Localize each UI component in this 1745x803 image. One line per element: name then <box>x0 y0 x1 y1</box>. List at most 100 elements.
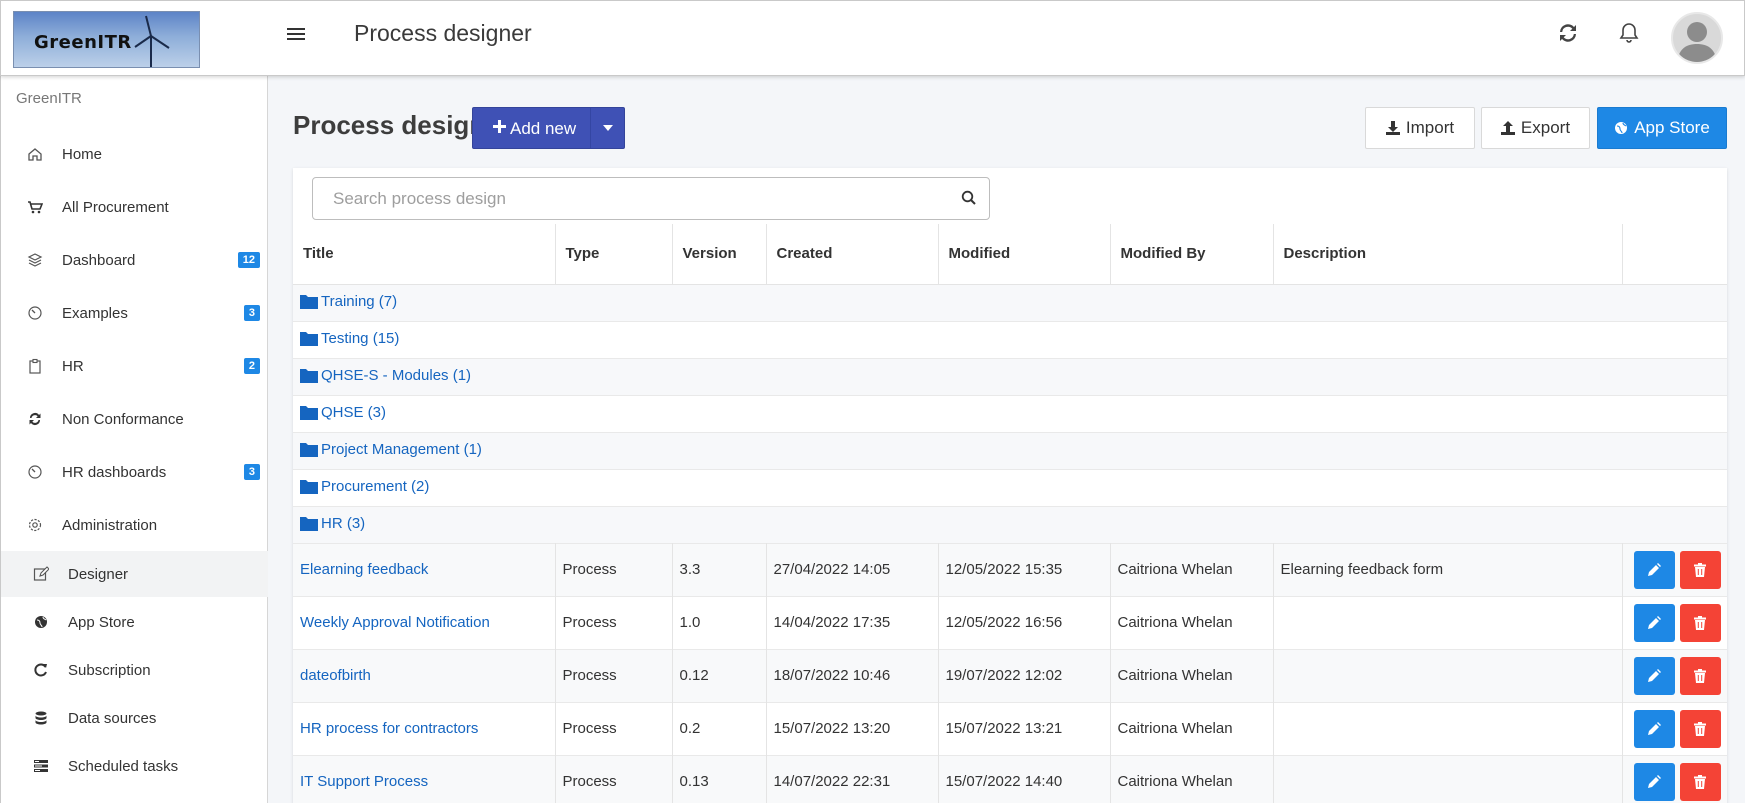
sidebar-item-examples[interactable]: Examples 3 <box>1 293 268 333</box>
app-store-button[interactable]: App Store <box>1597 107 1727 149</box>
column-header-description[interactable]: Description <box>1273 224 1623 285</box>
process-modified-by: Caitriona Whelan <box>1110 542 1274 596</box>
caret-down-icon[interactable] <box>603 125 613 131</box>
table-row: dateofbirth Process 0.12 18/07/2022 10:4… <box>293 648 1727 702</box>
sidebar-subitem-scheduled-tasks[interactable]: Scheduled tasks <box>1 743 268 789</box>
folder-row: Project Management (1) <box>293 431 1727 469</box>
sidebar-item-administration[interactable]: Administration <box>1 505 268 545</box>
table-row: HR process for contractors Process 0.2 1… <box>293 701 1727 755</box>
delete-button[interactable] <box>1679 656 1721 695</box>
folder-link[interactable]: Project Management (1) <box>300 441 482 458</box>
folder-link[interactable]: Testing (15) <box>300 330 399 347</box>
folder-row: Procurement (2) <box>293 468 1727 506</box>
folder-label: QHSE (3) <box>321 403 387 421</box>
pencil-icon <box>1647 669 1661 682</box>
menu-icon[interactable] <box>287 25 305 43</box>
folder-label: Procurement (2) <box>321 477 430 495</box>
column-header-version[interactable]: Version <box>672 224 767 285</box>
edit-button[interactable] <box>1633 550 1675 589</box>
edit-button[interactable] <box>1633 762 1675 801</box>
folder-link[interactable]: QHSE (3) <box>300 404 386 421</box>
search-icon[interactable] <box>961 190 977 209</box>
import-button[interactable]: Import <box>1365 107 1475 149</box>
folder-label: Project Management (1) <box>321 440 482 458</box>
greenitr-logo[interactable]: GreenITR <box>13 11 200 68</box>
row-actions <box>1622 542 1727 596</box>
search-input[interactable] <box>314 179 934 218</box>
process-version: 3.3 <box>672 542 767 596</box>
process-description <box>1273 595 1623 649</box>
database-icon <box>33 710 49 726</box>
process-modified-by: Caitriona Whelan <box>1110 648 1274 702</box>
process-created: 15/07/2022 13:20 <box>766 701 939 755</box>
folder-icon <box>300 331 318 346</box>
trash-icon <box>1694 615 1706 630</box>
folder-row: Testing (15) <box>293 320 1727 358</box>
sidebar-item-home[interactable]: Home <box>1 134 268 174</box>
edit-button[interactable] <box>1633 603 1675 642</box>
refresh-icon[interactable] <box>1556 21 1582 47</box>
page-title: Process designer <box>354 20 532 46</box>
delete-button[interactable] <box>1679 709 1721 748</box>
process-title-link[interactable]: Weekly Approval Notification <box>300 614 490 631</box>
process-design-card: Title Type Version Created Modified Modi… <box>293 168 1727 803</box>
sidebar-subitem-designer[interactable]: Designer <box>1 551 268 597</box>
sidebar-subitem-data-sources[interactable]: Data sources <box>1 695 268 741</box>
pencil-icon <box>1647 616 1661 629</box>
sidebar-item-label: Subscription <box>68 661 151 679</box>
sidebar-item-hr-dashboards[interactable]: HR dashboards 3 <box>1 452 268 492</box>
sidebar-item-dashboard[interactable]: Dashboard 12 <box>1 240 268 280</box>
folder-link[interactable]: Procurement (2) <box>300 478 429 495</box>
delete-button[interactable] <box>1679 603 1721 642</box>
trash-icon <box>1694 774 1706 789</box>
column-header-actions <box>1622 224 1727 285</box>
sidebar-item-label: Administration <box>62 516 158 534</box>
folder-icon <box>300 294 318 309</box>
gear-icon <box>27 517 43 533</box>
bell-icon[interactable] <box>1617 21 1643 47</box>
gauge-icon <box>27 464 43 480</box>
edit-icon <box>33 566 49 582</box>
folder-icon <box>300 479 318 494</box>
process-title-link[interactable]: IT Support Process <box>300 773 428 790</box>
sidebar-brand: GreenITR <box>16 90 82 107</box>
sidebar-item-label: Dashboard <box>62 251 136 269</box>
edit-button[interactable] <box>1633 656 1675 695</box>
folder-link[interactable]: Training (7) <box>300 293 397 310</box>
folder-link[interactable]: QHSE-S - Modules (1) <box>300 367 471 384</box>
column-header-title[interactable]: Title <box>293 224 556 285</box>
sidebar-subitem-app-store[interactable]: App Store <box>1 599 268 645</box>
edit-button[interactable] <box>1633 709 1675 748</box>
delete-button[interactable] <box>1679 550 1721 589</box>
process-version: 1.0 <box>672 595 767 649</box>
add-new-label: Add new <box>510 119 577 138</box>
folder-label: HR (3) <box>321 514 366 532</box>
process-title-link[interactable]: dateofbirth <box>300 667 371 684</box>
folder-label: Testing (15) <box>321 329 400 347</box>
sidebar-item-label: HR dashboards <box>62 463 167 481</box>
count-badge: 3 <box>243 464 260 480</box>
folder-link[interactable]: HR (3) <box>300 515 365 532</box>
process-description <box>1273 648 1623 702</box>
sidebar: GreenITR Home All Procurement Dashboard … <box>0 76 268 803</box>
column-header-created[interactable]: Created <box>766 224 939 285</box>
column-header-modified-by[interactable]: Modified By <box>1110 224 1274 285</box>
sidebar-item-label: Data sources <box>68 709 157 727</box>
sidebar-subitem-subscription[interactable]: Subscription <box>1 647 268 693</box>
column-header-modified[interactable]: Modified <box>938 224 1111 285</box>
sidebar-item-hr[interactable]: HR 2 <box>1 346 268 386</box>
sidebar-item-non-conformance[interactable]: Non Conformance <box>1 399 268 439</box>
add-new-button[interactable]: Add new <box>472 107 625 149</box>
download-icon <box>1385 121 1400 135</box>
process-title-link[interactable]: HR process for contractors <box>300 720 478 737</box>
user-avatar[interactable] <box>1671 12 1723 64</box>
folder-row: HR (3) <box>293 505 1727 543</box>
button-separator <box>590 108 591 148</box>
sidebar-item-label: Examples <box>62 304 128 322</box>
process-title-link[interactable]: Elearning feedback <box>300 561 428 578</box>
column-header-type[interactable]: Type <box>555 224 673 285</box>
trash-icon <box>1694 562 1706 577</box>
delete-button[interactable] <box>1679 762 1721 801</box>
export-button[interactable]: Export <box>1481 107 1590 149</box>
sidebar-item-all-procurement[interactable]: All Procurement <box>1 187 268 227</box>
